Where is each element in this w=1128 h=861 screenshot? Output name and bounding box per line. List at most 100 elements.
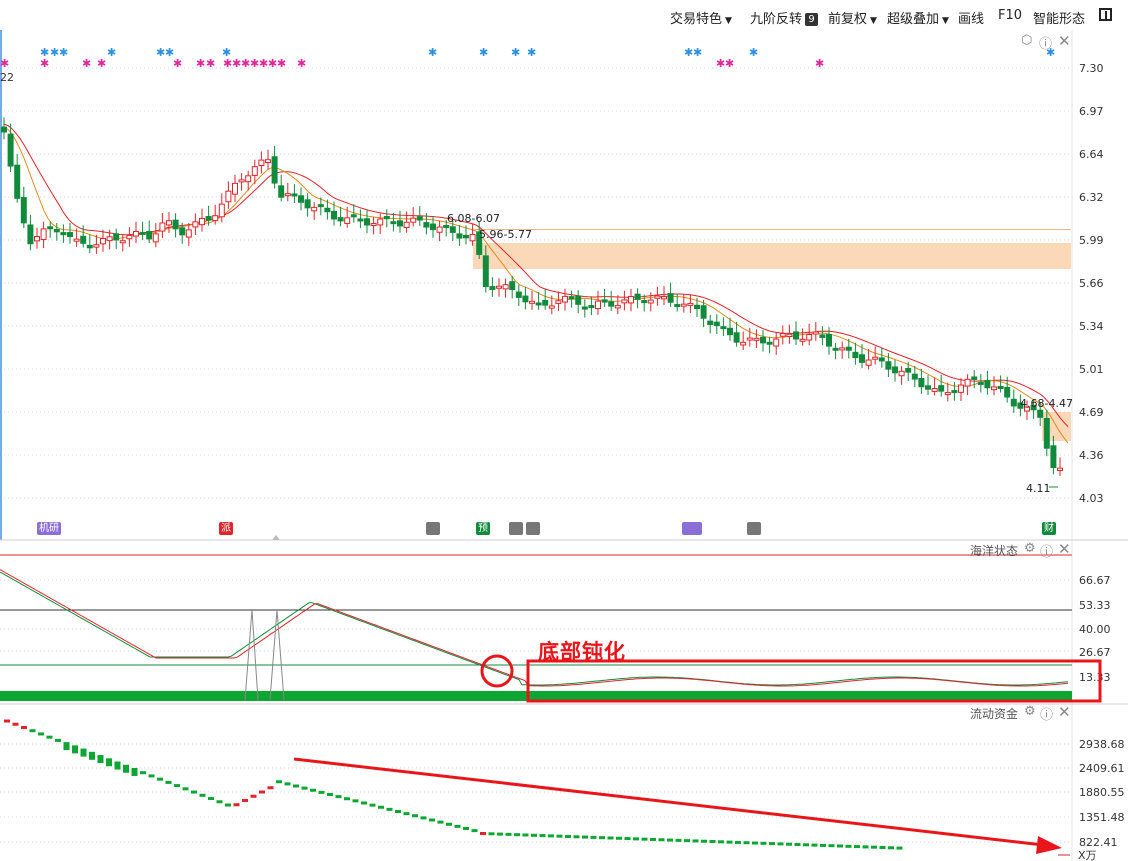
help-icon[interactable]: ⓘ — [1040, 704, 1053, 723]
flow-bar — [21, 725, 27, 729]
event-tag-forecast[interactable]: 预 — [476, 522, 490, 535]
signal-star-pink: ✱ — [277, 57, 286, 70]
osc-tick: 40.00 — [1079, 623, 1111, 636]
candle — [575, 295, 582, 305]
candle — [911, 373, 918, 380]
candle — [179, 227, 186, 236]
settings-icon[interactable]: ⚙ — [1024, 704, 1036, 719]
annotation-text: 底部钝化 — [538, 640, 626, 664]
candle — [271, 156, 278, 184]
event-tag-doc[interactable] — [509, 522, 523, 535]
trend-arrow-head — [1036, 836, 1062, 854]
event-tag-doc[interactable] — [526, 522, 540, 535]
candle — [489, 286, 496, 290]
candle — [265, 159, 271, 164]
close-icon[interactable]: ✕ — [1058, 540, 1071, 558]
flow-bar — [548, 834, 554, 838]
candle — [166, 220, 172, 226]
flow-bar — [420, 816, 427, 820]
flow-bar — [378, 805, 384, 809]
candle — [436, 226, 443, 233]
candle — [601, 299, 608, 303]
candle — [403, 221, 410, 229]
flow-bar — [692, 839, 699, 843]
candle — [86, 244, 93, 249]
collapse-arrow-icon[interactable] — [272, 535, 280, 540]
candle — [892, 366, 898, 374]
candle — [218, 203, 225, 218]
candle — [100, 237, 106, 245]
candle — [185, 229, 192, 238]
flow-bar — [658, 838, 665, 842]
candle — [159, 222, 166, 232]
candle — [133, 230, 139, 237]
flow-bar — [123, 764, 129, 773]
flow-bar — [225, 803, 231, 807]
help-icon[interactable]: ⓘ — [1040, 541, 1053, 560]
signal-star-blue: ✱ — [511, 46, 520, 59]
flow-tick: 1880.55 — [1079, 786, 1125, 799]
candle — [357, 218, 364, 222]
flow-bar — [352, 799, 359, 803]
event-tag-dividend[interactable]: 派 — [219, 522, 233, 535]
flow-bar — [114, 761, 121, 770]
event-tag-research[interactable]: 机研 — [37, 522, 61, 535]
price-tick: 4.69 — [1079, 406, 1104, 419]
low-price-label: 4.11 — [1026, 482, 1051, 495]
candle — [383, 216, 390, 220]
candle — [205, 216, 212, 221]
signal-star-pink: ✱ — [815, 57, 824, 70]
candle — [727, 327, 733, 336]
candle — [482, 255, 489, 288]
signal-star-pink: ✱ — [297, 57, 306, 70]
candle — [806, 334, 813, 341]
event-tag-doc[interactable] — [747, 522, 761, 535]
candle — [621, 299, 628, 304]
candle — [614, 305, 621, 309]
flow-bar — [794, 843, 801, 847]
candle — [958, 384, 964, 393]
candle — [1004, 386, 1011, 398]
flow-bar — [556, 834, 563, 838]
flow-bar — [760, 841, 767, 845]
candle — [555, 300, 562, 304]
candle — [225, 190, 232, 203]
candle — [1050, 445, 1057, 469]
event-tag-doc[interactable] — [682, 522, 702, 535]
price-chart[interactable]: ✱ ✱ ✱ ✱ ✱ ✱ ✱ ✱ ✱ ✱ ✱ ✱ ✱ ✱ ✱✱ ✱ ✱ ✱ ✱ ✱ ✱ ✱ ✱ ✱ ✱ ✱ ✱ ✱ ✱ ✱ ✱ ✱ 22 6.0… — [0, 0, 1128, 861]
signal-star-pink: ✱ — [232, 57, 241, 70]
ma-line-red — [3, 123, 1069, 427]
flow-bar — [845, 844, 852, 848]
flow-bar — [488, 832, 495, 836]
candle — [522, 295, 529, 303]
flow-bar — [403, 812, 410, 816]
candle — [535, 302, 542, 306]
flow-bar — [301, 786, 308, 790]
price-tick: 5.01 — [1079, 363, 1104, 376]
candle — [568, 296, 575, 300]
flow-tick: 2938.68 — [1079, 738, 1125, 751]
settings-icon[interactable]: ⚙ — [1024, 541, 1036, 556]
candle — [377, 218, 384, 226]
flow-bar — [80, 748, 87, 757]
candle — [456, 233, 463, 239]
flow-bar — [684, 839, 690, 843]
flow-bar — [879, 845, 886, 849]
event-tag-doc[interactable] — [426, 522, 440, 535]
flow-bar — [412, 814, 418, 818]
close-icon[interactable]: ✕ — [1058, 703, 1071, 721]
osc-tick: 26.67 — [1079, 646, 1111, 659]
candle — [779, 333, 786, 337]
candle — [628, 296, 634, 304]
candle — [146, 230, 153, 240]
flow-bar — [769, 842, 775, 846]
flow-bar — [242, 799, 248, 802]
candle — [1043, 417, 1050, 449]
event-tag-finance[interactable]: 财 — [1042, 522, 1056, 535]
zone-line — [473, 229, 1071, 230]
signal-star-pink: ✱ — [223, 57, 232, 70]
resistance-zone — [473, 243, 1071, 269]
candle — [588, 305, 595, 309]
flow-bar — [395, 810, 401, 813]
candle — [232, 182, 238, 195]
